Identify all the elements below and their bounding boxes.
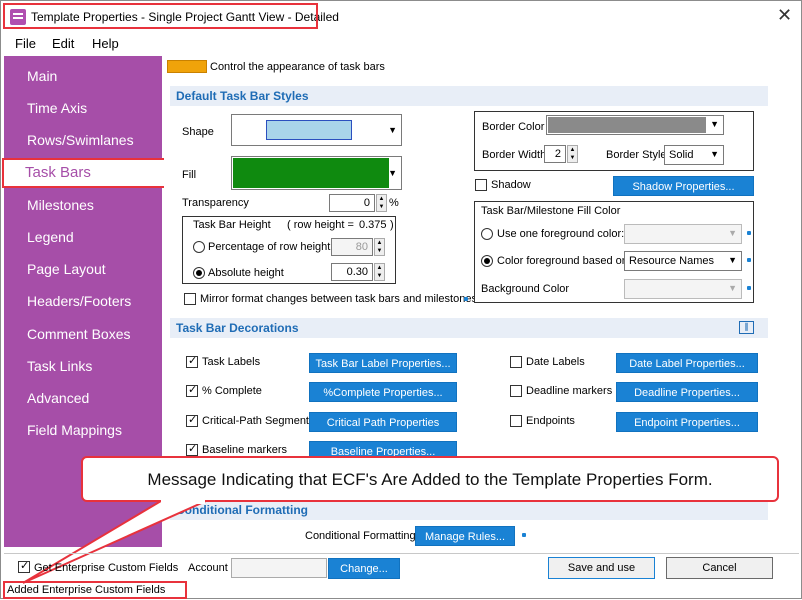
account-label: Account: [188, 562, 228, 574]
status-text: Added Enterprise Custom Fields: [7, 584, 166, 596]
account-input[interactable]: [231, 558, 327, 578]
annotation-callout: Message Indicating that ECF's Are Added …: [81, 456, 779, 502]
callout-pointer: [22, 500, 207, 584]
footer-divider: [4, 553, 799, 554]
cancel-button[interactable]: Cancel: [666, 557, 773, 579]
callout-joint: [161, 499, 205, 504]
save-and-use-button[interactable]: Save and use: [548, 557, 655, 579]
template-properties-window: Template Properties - Single Project Gan…: [0, 0, 802, 599]
change-account-button[interactable]: Change...: [328, 558, 400, 579]
get-ecf-label: Get Enterprise Custom Fields: [34, 562, 179, 574]
annotation-callout-text: Message Indicating that ECF's Are Added …: [147, 470, 713, 489]
get-ecf-checkbox[interactable]: [18, 559, 30, 573]
